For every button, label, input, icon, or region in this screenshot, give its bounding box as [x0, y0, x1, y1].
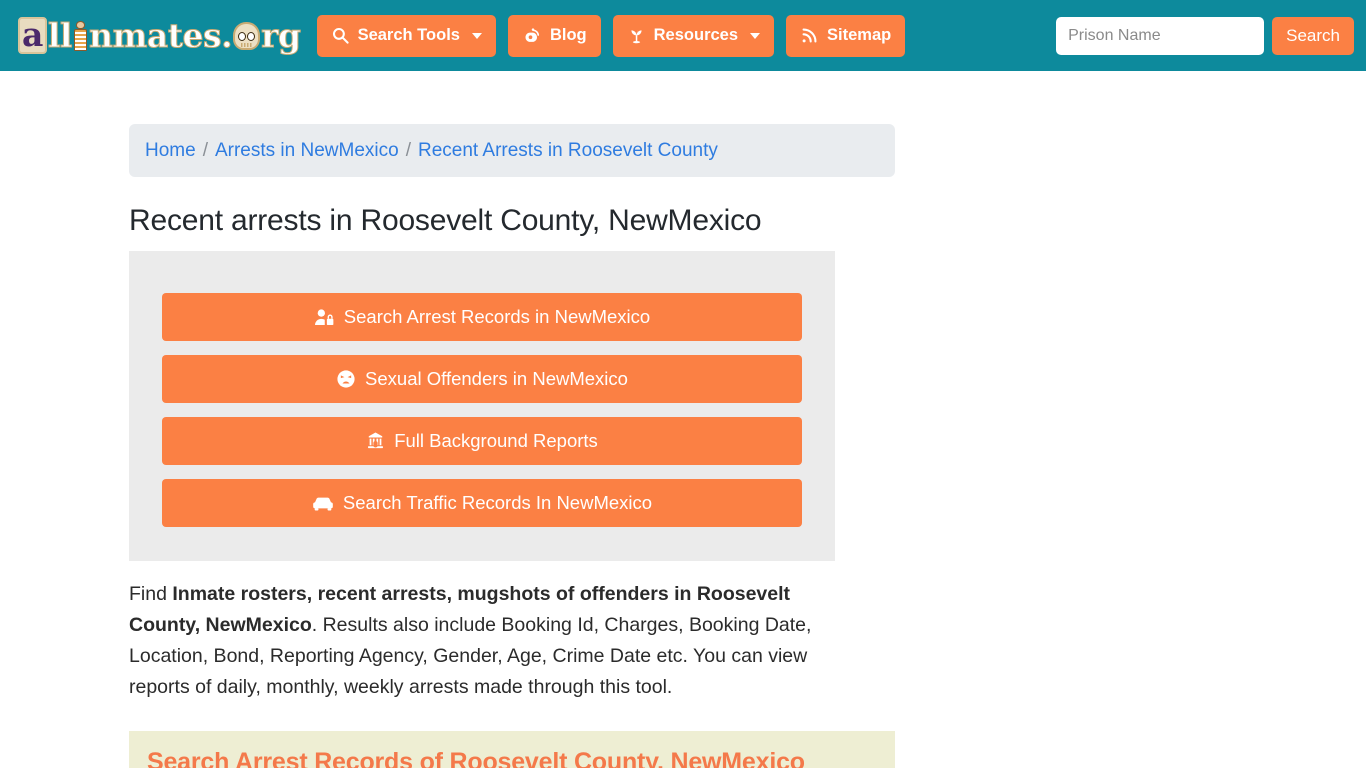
breadcrumb-item-arrests-in-newmexico[interactable]: Arrests in NewMexico [215, 140, 399, 162]
page-body: Home / Arrests in NewMexico / Recent Arr… [0, 71, 1366, 768]
logo-letters-ll: ll [47, 16, 73, 55]
landmark-building-icon [366, 431, 385, 451]
breadcrumb: Home / Arrests in NewMexico / Recent Arr… [129, 124, 895, 177]
rss-feed-icon [800, 26, 819, 45]
full-background-reports-label: Full Background Reports [394, 429, 598, 451]
sexual-offenders-button[interactable]: Sexual Offenders in NewMexico [162, 355, 802, 403]
prisoner-figure-icon [73, 19, 88, 53]
intro-paragraph: Find Inmate rosters, recent arrests, mug… [129, 579, 859, 703]
blogger-b-icon [522, 26, 542, 46]
nav-resources-label: Resources [653, 26, 739, 45]
sexual-offenders-label: Sexual Offenders in NewMexico [365, 367, 628, 389]
records-banner-heading: Search Arrest Records of Roosevelt Count… [147, 748, 805, 768]
search-traffic-records-label: Search Traffic Records In NewMexico [342, 491, 653, 513]
page-title: Recent arrests in Roosevelt County, NewM… [129, 204, 762, 237]
breadcrumb-item-recent-arrests-roosevelt[interactable]: Recent Arrests in Roosevelt County [418, 140, 718, 162]
angry-face-icon [336, 369, 356, 389]
nav-blog-label: Blog [549, 26, 587, 45]
skull-o-icon [233, 21, 261, 50]
header-search-form: Search [1056, 16, 1354, 55]
logo-letter-a: a [18, 16, 47, 55]
chevron-down-icon [471, 32, 482, 39]
user-lock-icon [314, 308, 335, 327]
search-traffic-records-button[interactable]: Search Traffic Records In NewMexico [162, 479, 802, 527]
logo-letters-rg: rg [261, 16, 302, 55]
full-background-reports-button[interactable]: Full Background Reports [162, 417, 802, 465]
logo-wordmark: a ll nmates. rg [18, 16, 302, 55]
header-search-button[interactable]: Search [1272, 16, 1354, 55]
nav-resources-button[interactable]: Resources [612, 14, 775, 57]
site-header: a ll nmates. rg Search Tools Blog Resour… [0, 0, 1366, 71]
logo-letters-nmates: nmates [88, 16, 222, 55]
chevron-down-icon [750, 32, 761, 39]
nav-sitemap-button[interactable]: Sitemap [786, 14, 906, 57]
site-logo[interactable]: a ll nmates. rg [18, 13, 302, 59]
car-icon [312, 494, 334, 512]
search-arrest-records-label: Search Arrest Records in NewMexico [343, 305, 651, 327]
intro-lead: Find [129, 583, 173, 605]
breadcrumb-separator: / [405, 139, 411, 161]
main-navigation: Search Tools Blog Resources Sitemap [316, 14, 906, 57]
search-arrest-records-button[interactable]: Search Arrest Records in NewMexico [162, 293, 802, 341]
nav-search-tools-button[interactable]: Search Tools [316, 14, 496, 57]
prison-name-input[interactable] [1056, 16, 1265, 55]
nav-sitemap-label: Sitemap [827, 26, 892, 45]
content-column: Home / Arrests in NewMexico / Recent Arr… [129, 124, 895, 768]
logo-dot: . [221, 16, 234, 55]
nav-search-tools-label: Search Tools [357, 26, 460, 45]
breadcrumb-item-home[interactable]: Home [145, 140, 196, 162]
records-banner: Search Arrest Records of Roosevelt Count… [129, 731, 895, 768]
action-buttons-panel: Search Arrest Records in NewMexico Sexua… [129, 251, 835, 561]
breadcrumb-separator: / [202, 139, 208, 161]
nav-blog-button[interactable]: Blog [507, 14, 601, 57]
seedling-leaf-icon [627, 26, 646, 45]
search-icon [331, 26, 350, 45]
